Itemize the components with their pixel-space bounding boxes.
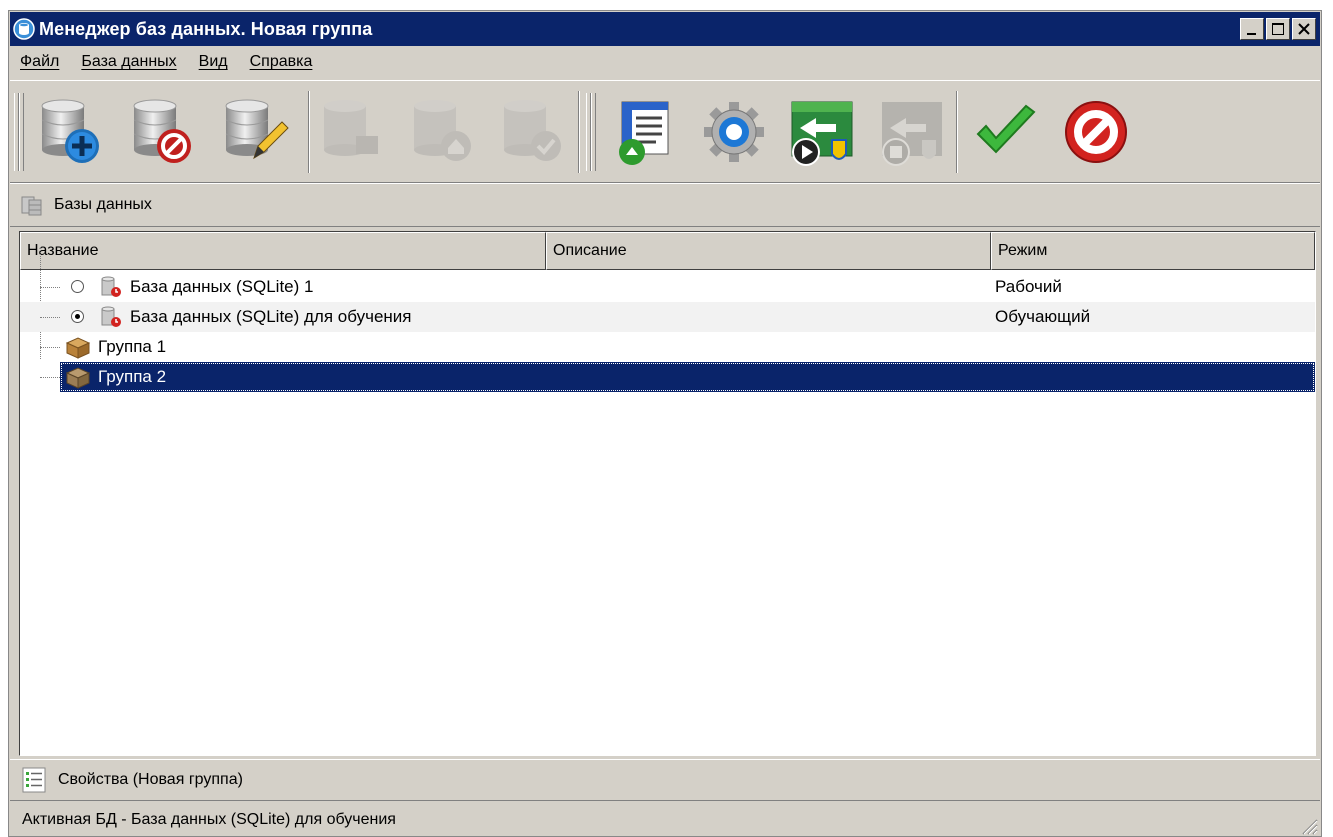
add-database-button[interactable] [34,96,106,168]
resize-grip-icon[interactable] [1298,815,1318,835]
window-title: Менеджер баз данных. Новая группа [39,18,373,39]
database-disabled-icon [324,100,378,156]
column-header-mode[interactable]: Режим [991,232,1315,270]
list-header: Название Описание Режим [20,232,1315,270]
status-bar: Активная БД - База данных (SQLite) для о… [10,803,1320,836]
settings-gear-icon [704,102,764,162]
cancel-icon [1065,101,1127,163]
confirm-button[interactable] [970,96,1042,168]
toolbar-separator [308,91,310,173]
tree-connector [40,317,60,318]
menu-view[interactable]: Вид [189,53,240,71]
selection-highlight [60,362,1315,392]
databases-icon [21,196,42,216]
radio-checked-icon[interactable] [70,309,85,324]
toolbar-separator [578,91,580,173]
toolbar-grip[interactable] [19,93,24,171]
list-rows: База данных (SQLite) 1 Рабочий База данн… [20,247,1315,392]
tree-connector [40,287,60,288]
list-item-group-2[interactable]: Группа 2 [20,362,1315,392]
confirm-check-icon [976,104,1036,154]
properties-label: Свойства (Новая группа) [58,771,243,788]
status-text: Активная БД - База данных (SQLite) для о… [22,811,396,828]
title-bar[interactable]: Менеджер баз данных. Новая группа [10,12,1320,46]
column-header-description[interactable]: Описание [546,232,991,270]
toolbar [10,80,1320,183]
cancel-button[interactable] [1060,96,1132,168]
radio-unchecked-icon[interactable] [70,279,85,294]
database-check-disabled-icon [504,100,561,161]
menu-file[interactable]: Файл [10,53,71,71]
minimize-button[interactable] [1240,18,1264,40]
tree-connector [40,377,60,378]
database-disabled-button[interactable] [316,96,388,168]
database-home-disabled-button[interactable] [406,96,478,168]
breadcrumb-label: Базы данных [54,196,152,213]
database-icon [101,306,121,327]
list-item-database-1[interactable]: База данных (SQLite) 1 Рабочий [20,272,1315,302]
menu-database[interactable]: База данных [71,53,188,71]
settings-button[interactable] [698,96,770,168]
maximize-icon [1272,23,1284,35]
toolbar-separator [956,91,958,173]
close-icon [1298,23,1310,35]
item-name: Группа 2 [98,367,167,386]
list-item-database-2[interactable]: База данных (SQLite) для обучения Обучаю… [20,302,1315,332]
maximize-button[interactable] [1266,18,1290,40]
start-service-icon [791,101,853,166]
item-name: База данных (SQLite) 1 [130,277,314,296]
item-name: База данных (SQLite) для обучения [130,307,412,326]
list-item-group-1[interactable]: Группа 1 [20,332,1315,362]
group-box-icon [65,367,91,389]
delete-database-icon [133,99,191,163]
start-service-button[interactable] [786,96,858,168]
app-window: Менеджер баз данных. Новая группа Файл Б… [8,10,1322,837]
breadcrumb: Базы данных [10,183,1320,227]
toolbar-grip[interactable] [591,93,596,171]
database-home-disabled-icon [414,100,471,161]
properties-bar[interactable]: Свойства (Новая группа) [10,759,1320,801]
tree-connector [40,347,60,348]
edit-database-button[interactable] [218,96,290,168]
properties-list-icon [22,767,46,793]
edit-database-icon [225,99,289,160]
stop-service-disabled-button[interactable] [876,96,948,168]
add-database-icon [41,99,99,163]
delete-database-button[interactable] [126,96,198,168]
close-button[interactable] [1292,18,1316,40]
database-icon [101,276,121,297]
app-database-icon [13,18,35,40]
item-name: Группа 1 [98,337,167,356]
item-mode: Рабочий [995,277,1062,296]
menu-bar: Файл База данных Вид Справка [10,48,1320,76]
database-check-disabled-button[interactable] [496,96,568,168]
database-tree-list[interactable]: Название Описание Режим База данных (SQL… [19,231,1316,756]
open-window-button[interactable] [606,96,678,168]
minimize-icon [1247,33,1256,35]
item-mode: Обучающий [995,307,1091,326]
group-box-icon [65,337,91,359]
menu-help[interactable]: Справка [240,53,325,71]
open-window-icon [619,101,669,165]
column-header-name[interactable]: Название [20,232,546,270]
stop-service-disabled-icon [882,102,942,166]
